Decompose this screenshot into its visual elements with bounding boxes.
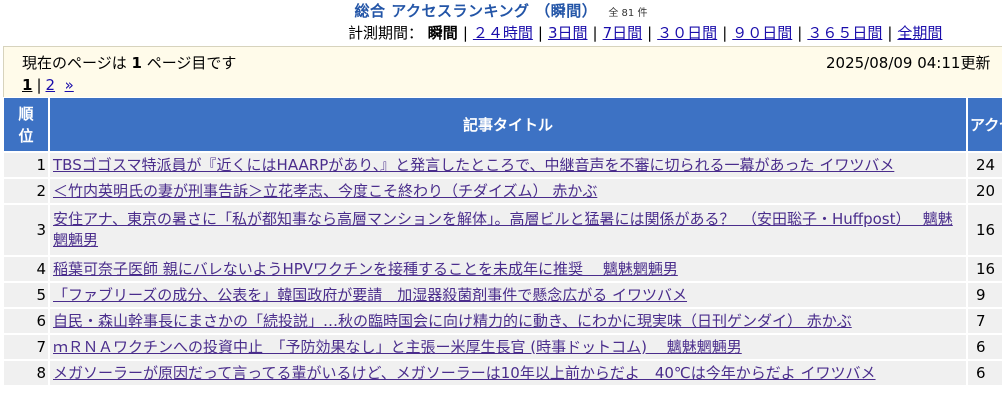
title-cell: 「ファブリーズの成分、公表を」韓国政府が要請 加湿器殺菌剤事件で懸念広がる イワ… (49, 282, 967, 308)
period-link-all[interactable]: 全期間 (897, 24, 942, 42)
period-link-30d[interactable]: ３０日間 (657, 24, 717, 42)
separator: | (722, 24, 728, 42)
article-link[interactable]: 稲葉可奈子医師 親にバレないようHPVワクチンを接種することを未成年に推奨 魑魅… (53, 260, 678, 278)
ranking-table: 順位 記事タイトル アクセス 1 TBSゴゴスマ特派員が『近くにはHAARPがあ… (3, 97, 1002, 386)
col-header-rank: 順位 (3, 97, 49, 152)
update-timestamp: 2025/08/09 04:11更新 (826, 54, 991, 72)
pagination: 1 | 2 » (22, 76, 74, 94)
access-count-cell: 20 (967, 178, 1002, 204)
article-link[interactable]: TBSゴゴスマ特派員が『近くにはHAARPがあり、』と発言したところで、中継音声… (53, 156, 894, 174)
rank-cell: 7 (3, 334, 49, 360)
rank-cell: 6 (3, 308, 49, 334)
access-count-cell: 16 (967, 256, 1002, 282)
page-status-suffix: ページ目です (146, 54, 237, 72)
title-cell: 自民・森山幹事長にまさかの「続投説」…秋の臨時国会に向け精力的に動き、にわかに現… (49, 308, 967, 334)
col-header-access: アクセス (967, 97, 1002, 152)
table-row: 2 ＜竹内英明氏の妻が刑事告訴＞立花孝志、今度こそ終わり（チダイズム） 赤かぶ … (3, 178, 1002, 204)
page-info-box: 現在のページは 1 ページ目です 2025/08/09 04:11更新 1 | 2 … (3, 46, 1002, 99)
page-title: 総合 アクセスランキング （瞬間） (354, 2, 598, 20)
table-row: 4 稲葉可奈子医師 親にバレないようHPVワクチンを接種することを未成年に推奨 … (3, 256, 1002, 282)
col-header-access-label: アクセス (970, 115, 1002, 134)
article-link[interactable]: 自民・森山幹事長にまさかの「続投説」…秋の臨時国会に向け精力的に動き、にわかに現… (53, 312, 852, 330)
rank-cell: 2 (3, 178, 49, 204)
col-header-title: 記事タイトル (49, 97, 967, 152)
title-cell: メガソーラーが原因だって言ってる輩がいるけど、メガソーラーは10年以上前からだよ… (49, 360, 967, 386)
article-link[interactable]: ｍＲＮＡワクチンへの投資中止 「予防効果なし」と主張ー米厚生長官 (時事ドットコ… (53, 338, 742, 356)
access-count-cell: 24 (967, 152, 1002, 178)
table-row: 3 安住アナ、東京の暑さに「私が都知事なら高層マンションを解体」。高層ビルと猛暑… (3, 204, 1002, 256)
table-row: 5 「ファブリーズの成分、公表を」韓国政府が要請 加湿器殺菌剤事件で懸念広がる … (3, 282, 1002, 308)
period-link-7d[interactable]: 7日間 (603, 24, 643, 42)
separator: | (537, 24, 543, 42)
separator: | (797, 24, 803, 42)
table-row: 7 ｍＲＮＡワクチンへの投資中止 「予防効果なし」と主張ー米厚生長官 (時事ドッ… (3, 334, 1002, 360)
title-cell: 安住アナ、東京の暑さに「私が都知事なら高層マンションを解体」。高層ビルと猛暑には… (49, 204, 967, 256)
period-link-3d[interactable]: 3日間 (548, 24, 588, 42)
page-header: 総合 アクセスランキング （瞬間） 全 81 件 (0, 0, 1002, 20)
period-selector: 計測期間： 瞬間 | ２４時間 | 3日間 | 7日間 | ３０日間 | ９０日間 | ３６５日間 | 全期… (348, 23, 942, 43)
separator: | (647, 24, 653, 42)
title-cell: ＜竹内英明氏の妻が刑事告訴＞立花孝志、今度こそ終わり（チダイズム） 赤かぶ (49, 178, 967, 204)
col-header-rank-label: 順位 (18, 104, 34, 145)
article-link[interactable]: 「ファブリーズの成分、公表を」韓国政府が要請 加湿器殺菌剤事件で懸念広がる イワ… (53, 286, 687, 304)
page-status-prefix: 現在のページは (22, 54, 127, 72)
separator: | (36, 76, 42, 94)
pager-current-page: 1 (22, 76, 33, 94)
article-link[interactable]: 安住アナ、東京の暑さに「私が都知事なら高層マンションを解体」。高層ビルと猛暑には… (53, 210, 953, 249)
page-status-number: 1 (131, 54, 142, 72)
title-cell: 稲葉可奈子医師 親にバレないようHPVワクチンを接種することを未成年に推奨 魑魅… (49, 256, 967, 282)
table-row: 1 TBSゴゴスマ特派員が『近くにはHAARPがあり、』と発言したところで、中継… (3, 152, 1002, 178)
access-count-cell: 16 (967, 204, 1002, 256)
period-label: 計測期間： (348, 24, 424, 42)
period-link-90d[interactable]: ９０日間 (732, 24, 792, 42)
ranking-page: 総合 アクセスランキング （瞬間） 全 81 件 計測期間： 瞬間 | ２４時間 | 3… (0, 0, 1002, 406)
page-status: 現在のページは 1 ページ目です (22, 52, 236, 73)
article-link[interactable]: ＜竹内英明氏の妻が刑事告訴＞立花孝志、今度こそ終わり（チダイズム） 赤かぶ (53, 182, 597, 200)
access-count-cell: 9 (967, 282, 1002, 308)
period-link-24h[interactable]: ２４時間 (473, 24, 533, 42)
separator: | (462, 24, 468, 42)
article-link[interactable]: メガソーラーが原因だって言ってる輩がいるけど、メガソーラーは10年以上前からだよ… (53, 364, 876, 382)
separator: | (592, 24, 598, 42)
rank-cell: 8 (3, 360, 49, 386)
title-cell: ｍＲＮＡワクチンへの投資中止 「予防効果なし」と主張ー米厚生長官 (時事ドットコ… (49, 334, 967, 360)
rank-cell: 3 (3, 204, 49, 256)
separator: | (887, 24, 893, 42)
period-link-365d[interactable]: ３６５日間 (807, 24, 882, 42)
title-cell: TBSゴゴスマ特派員が『近くにはHAARPがあり、』と発言したところで、中継音声… (49, 152, 967, 178)
total-count: 全 81 件 (608, 8, 648, 19)
period-current: 瞬間 (427, 24, 458, 42)
table-header-row: 順位 記事タイトル アクセス (3, 97, 1002, 152)
access-count-cell: 6 (967, 334, 1002, 360)
access-count-cell: 6 (967, 360, 1002, 386)
pager-page-2[interactable]: 2 (46, 76, 56, 94)
rank-cell: 1 (3, 152, 49, 178)
rank-cell: 5 (3, 282, 49, 308)
access-count-cell: 7 (967, 308, 1002, 334)
pager-next-arrow[interactable]: » (65, 76, 74, 94)
table-row: 8 メガソーラーが原因だって言ってる輩がいるけど、メガソーラーは10年以上前から… (3, 360, 1002, 386)
rank-cell: 4 (3, 256, 49, 282)
table-row: 6 自民・森山幹事長にまさかの「続投説」…秋の臨時国会に向け精力的に動き、にわか… (3, 308, 1002, 334)
